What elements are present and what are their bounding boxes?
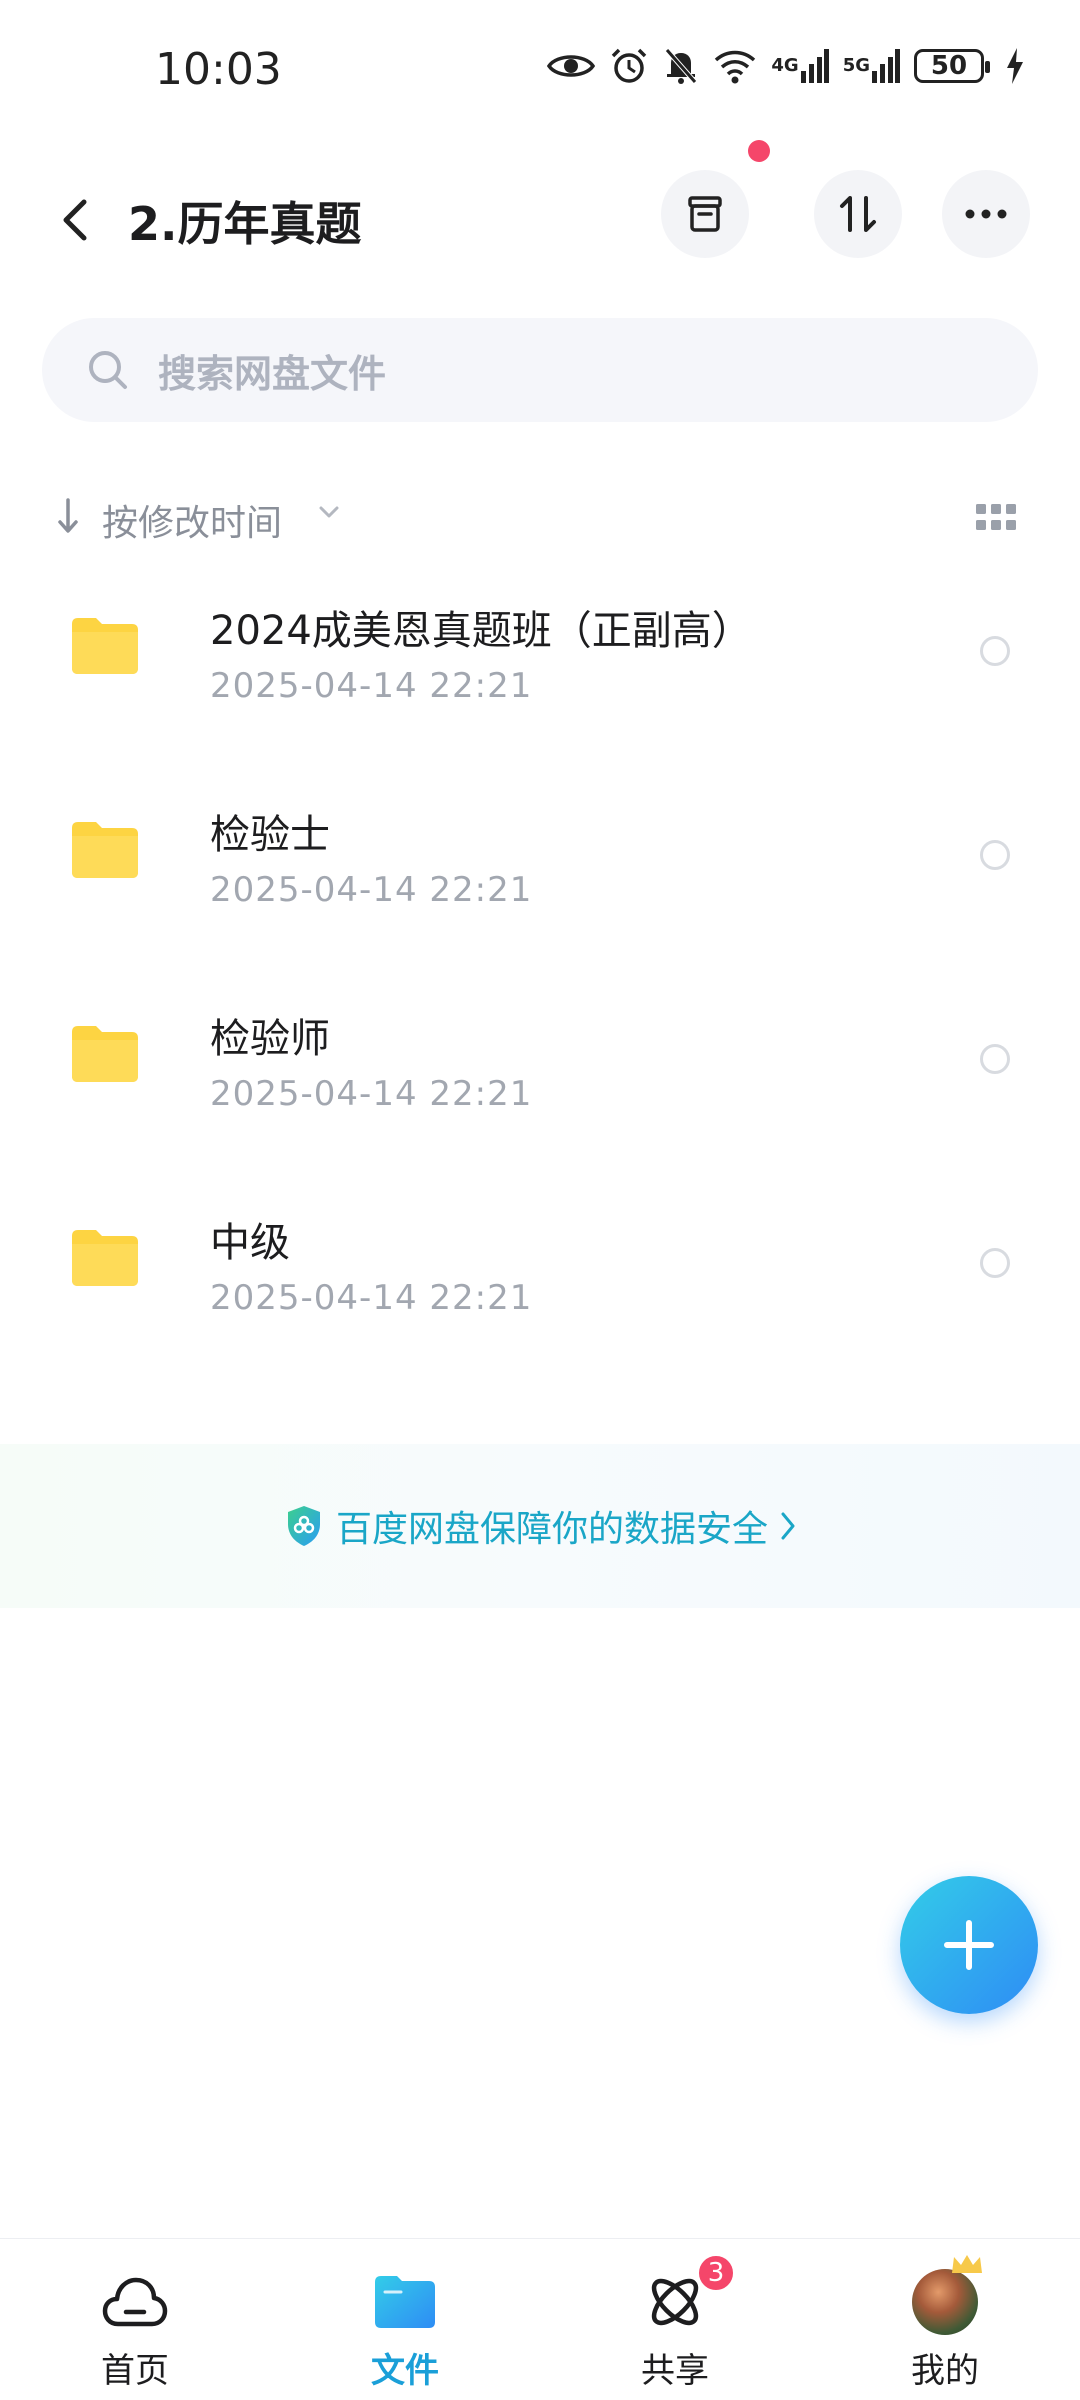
back-button[interactable] — [44, 180, 104, 260]
folder-icon — [72, 618, 138, 674]
up-down-arrows-icon — [840, 196, 876, 232]
folder-icon — [72, 822, 138, 878]
file-date: 2025-04-14 22:21 — [210, 870, 533, 910]
file-row[interactable]: 检验师 2025-04-14 22:21 — [0, 958, 1080, 1162]
file-date: 2025-04-14 22:21 — [210, 1074, 533, 1114]
banner-text: 百度网盘保障你的数据安全 — [335, 1509, 768, 1550]
nav-item-share[interactable]: 3 共享 — [540, 2239, 810, 2400]
cloud-icon — [100, 2267, 170, 2337]
transfer-button[interactable] — [814, 170, 902, 258]
bottom-nav: 首页 文件 3 共享 我的 — [0, 2238, 1080, 2400]
signal-5g-icon: 5G — [843, 49, 900, 83]
file-date: 2025-04-14 22:21 — [210, 1278, 533, 1318]
archive-icon — [688, 196, 722, 232]
mute-bell-icon — [663, 46, 699, 86]
folder-icon — [72, 1026, 138, 1082]
shield-icon — [284, 1504, 324, 1548]
security-banner[interactable]: 百度网盘保障你的数据安全 — [0, 1444, 1080, 1608]
select-radio[interactable] — [980, 840, 1010, 870]
file-date: 2025-04-14 22:21 — [210, 666, 533, 706]
file-row[interactable]: 2024成美恩真题班（正副高） 2025-04-14 22:21 — [0, 550, 1080, 754]
sort-label[interactable]: 按修改时间 — [102, 494, 282, 546]
nav-item-home[interactable]: 首页 — [0, 2239, 270, 2400]
charging-icon — [1006, 48, 1024, 84]
file-name: 中级 — [210, 1220, 290, 1266]
nav-label-me: 我的 — [911, 2351, 979, 2391]
file-row[interactable]: 中级 2025-04-14 22:21 — [0, 1162, 1080, 1366]
more-dots-icon — [965, 209, 1007, 219]
chevron-right-icon — [780, 1511, 796, 1541]
file-list: 2024成美恩真题班（正副高） 2025-04-14 22:21 检验士 202… — [0, 550, 1080, 1366]
folder-icon — [72, 1230, 138, 1286]
status-icons: 4G 5G 50 — [547, 46, 1024, 86]
file-name: 检验士 — [210, 812, 330, 858]
wifi-icon — [713, 48, 757, 84]
select-radio[interactable] — [980, 1044, 1010, 1074]
nav-label-share: 共享 — [641, 2351, 709, 2391]
select-radio[interactable] — [980, 1248, 1010, 1278]
nav-item-me[interactable]: 我的 — [810, 2239, 1080, 2400]
chevron-down-icon[interactable] — [318, 504, 340, 523]
sort-row: 按修改时间 — [0, 488, 1080, 548]
more-button[interactable] — [942, 170, 1030, 258]
avatar-image — [912, 2255, 982, 2335]
search-input[interactable]: 搜索网盘文件 — [42, 318, 1038, 422]
back-arrow-icon — [63, 199, 87, 241]
nav-item-files[interactable]: 文件 — [270, 2239, 540, 2400]
archive-button[interactable] — [661, 170, 749, 258]
share-badge: 3 — [696, 2253, 736, 2293]
alarm-icon — [609, 46, 649, 86]
file-name: 2024成美恩真题班（正副高） — [210, 608, 752, 654]
nav-label-files: 文件 — [371, 2351, 439, 2391]
status-bar: 10:03 4G 5G 50 — [0, 0, 1080, 140]
search-placeholder: 搜索网盘文件 — [158, 351, 387, 396]
notification-dot — [748, 140, 770, 162]
avatar — [910, 2255, 982, 2337]
add-button[interactable] — [900, 1876, 1038, 2014]
battery-icon: 50 — [914, 49, 990, 83]
folder-icon — [370, 2267, 440, 2337]
nav-label-home: 首页 — [101, 2351, 169, 2391]
file-name: 检验师 — [210, 1016, 330, 1062]
signal-4g-icon: 4G — [771, 49, 829, 83]
status-time: 10:03 — [155, 44, 282, 95]
page-title: 2.历年真题 — [128, 197, 362, 251]
crown-icon — [952, 2255, 982, 2273]
plus-icon — [944, 1920, 994, 1970]
search-icon — [86, 348, 130, 392]
screen: 10:03 4G 5G 50 2.历年真题 搜索网盘文件 按修改时间 2024成… — [0, 0, 1080, 2400]
select-radio[interactable] — [980, 636, 1010, 666]
sort-down-arrow-icon[interactable] — [56, 496, 80, 540]
grid-view-icon[interactable] — [976, 504, 1016, 536]
header: 2.历年真题 — [0, 160, 1080, 280]
file-row[interactable]: 检验士 2025-04-14 22:21 — [0, 754, 1080, 958]
eye-icon — [547, 50, 596, 82]
